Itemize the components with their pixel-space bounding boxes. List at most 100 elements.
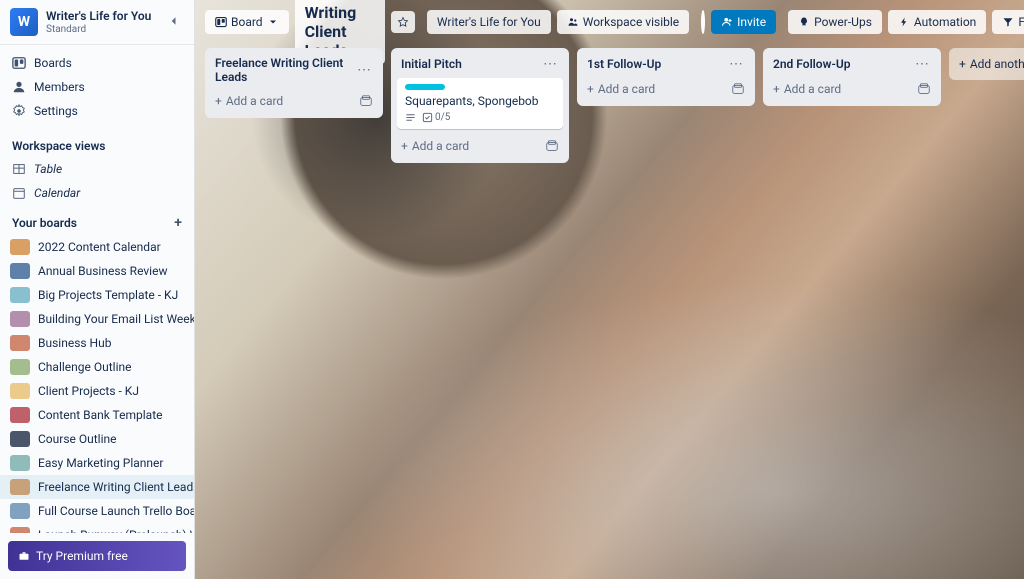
card-name: Squarepants, Spongebob [405,94,555,108]
automation-button[interactable]: Automation [888,10,986,34]
automation-label: Automation [914,15,976,29]
board-thumb-icon [10,263,30,279]
checklist-badge: 0/5 [422,112,450,123]
list-menu-button[interactable]: ⋯ [355,62,373,78]
add-card-button[interactable]: + Add a card [211,90,377,112]
view-label: Board [231,15,263,29]
board-item-label: Content Bank Template [38,408,163,422]
board-item-label: Easy Marketing Planner [38,456,163,470]
sidebar: W Writer's Life for You Standard Boards … [0,0,195,579]
list-menu-button[interactable]: ⋯ [913,56,931,72]
workspace-button[interactable]: Writer's Life for You [427,10,551,34]
nav-label: Calendar [34,186,182,200]
nav-members[interactable]: Members [0,75,194,99]
list: Initial Pitch⋯ Squarepants, Spongebob 0/5 +… [391,48,569,163]
board-canvas[interactable]: Freelance Writing Client Leads⋯+Add a ca… [195,44,1024,579]
board-item-label: Business Hub [38,336,111,350]
sidebar-board-item[interactable]: Big Projects Template - KJ [0,283,194,307]
board-thumb-icon [10,503,30,519]
add-card-button[interactable]: + Add a card [397,135,563,157]
filter-icon [1002,16,1014,28]
list-title[interactable]: Freelance Writing Client Leads [215,56,355,84]
add-card-button[interactable]: +Add a card [769,78,935,100]
nav-label: Table [34,162,182,176]
board-icon [12,56,26,70]
board-icon [215,16,227,28]
checklist-icon [422,112,433,123]
board-thumb-icon [10,431,30,447]
sidebar-board-item[interactable]: Launch Runway (Prelaunch) W… [0,523,194,533]
member-avatar[interactable] [701,10,705,34]
list: Freelance Writing Client Leads⋯ + Add a ca… [205,48,383,118]
boards-list: 2022 Content Calendar Annual Business Rev… [0,235,194,533]
sidebar-board-item[interactable]: Content Bank Template [0,403,194,427]
add-card-label: Add a card [598,82,655,96]
try-premium-button[interactable]: Try Premium free [8,541,186,571]
workspace-plan: Standard [46,24,151,35]
table-icon [12,162,26,176]
members-icon [12,80,26,94]
plus-icon: + [959,57,966,71]
star-button[interactable] [391,11,415,33]
board-thumb-icon [10,479,30,495]
add-board-button[interactable]: + [174,215,182,231]
sidebar-board-item[interactable]: Challenge Outline [0,355,194,379]
sidebar-board-item[interactable]: Annual Business Review [0,259,194,283]
invite-button[interactable]: Invite [711,10,776,34]
template-icon[interactable] [359,94,373,108]
plus-icon: + [773,82,780,96]
board-item-label: Freelance Writing Client Leads [38,480,194,494]
list-menu-button[interactable]: ⋯ [727,56,745,72]
template-icon[interactable] [917,82,931,96]
nav-table[interactable]: Table [0,157,194,181]
sidebar-board-item[interactable]: Client Projects - KJ [0,379,194,403]
board-item-label: 2022 Content Calendar [38,240,161,254]
workspace-icon: W [10,8,38,36]
sidebar-board-item[interactable]: Full Course Launch Trello Board [0,499,194,523]
filter-label: Filter [1018,15,1024,29]
visibility-button[interactable]: Workspace visible [557,10,689,34]
section-workspace-views: Workspace views [0,129,194,157]
nav-label: Members [34,80,182,94]
powerups-button[interactable]: Power-Ups [788,10,882,34]
add-list-button[interactable]: +Add another list [949,48,1024,80]
plus-icon: + [401,139,408,153]
collapse-sidebar-button[interactable] [164,11,184,34]
description-icon [405,112,416,123]
add-user-icon [721,16,733,28]
sidebar-board-item[interactable]: Building Your Email List Weekl… [0,307,194,331]
board-thumb-icon [10,239,30,255]
add-card-label: Add a card [412,139,469,153]
list: 1st Follow-Up⋯ +Add a card [577,48,755,106]
card-badges: 0/5 [405,112,555,123]
board-item-label: Client Projects - KJ [38,384,139,398]
board-thumb-icon [10,335,30,351]
nav-boards[interactable]: Boards [0,51,194,75]
sidebar-board-item[interactable]: 2022 Content Calendar [0,235,194,259]
board-thumb-icon [10,383,30,399]
card[interactable]: Squarepants, Spongebob 0/5 [397,78,563,129]
view-switcher[interactable]: Board [205,10,289,34]
workspace-name: Writer's Life for You [46,9,151,23]
board-thumb-icon [10,311,30,327]
plus-icon: + [215,94,222,108]
sidebar-board-item[interactable]: Business Hub [0,331,194,355]
sidebar-board-item[interactable]: Freelance Writing Client Leads [0,475,194,499]
template-icon[interactable] [731,82,745,96]
add-card-button[interactable]: +Add a card [583,78,749,100]
list-title[interactable]: Initial Pitch [401,57,541,71]
template-icon[interactable] [545,139,559,153]
nav-calendar[interactable]: Calendar [0,181,194,205]
sidebar-board-item[interactable]: Easy Marketing Planner [0,451,194,475]
add-card-label: Add a card [226,94,283,108]
bolt-icon [898,16,910,28]
chevron-down-icon [267,16,279,28]
list-title[interactable]: 2nd Follow-Up [773,57,913,71]
list-menu-button[interactable]: ⋯ [541,56,559,72]
star-icon [397,16,409,28]
sidebar-board-item[interactable]: Course Outline [0,427,194,451]
nav-settings[interactable]: Settings [0,99,194,123]
premium-icon [18,550,30,562]
filter-button[interactable]: Filter [992,10,1024,34]
list-title[interactable]: 1st Follow-Up [587,57,727,71]
